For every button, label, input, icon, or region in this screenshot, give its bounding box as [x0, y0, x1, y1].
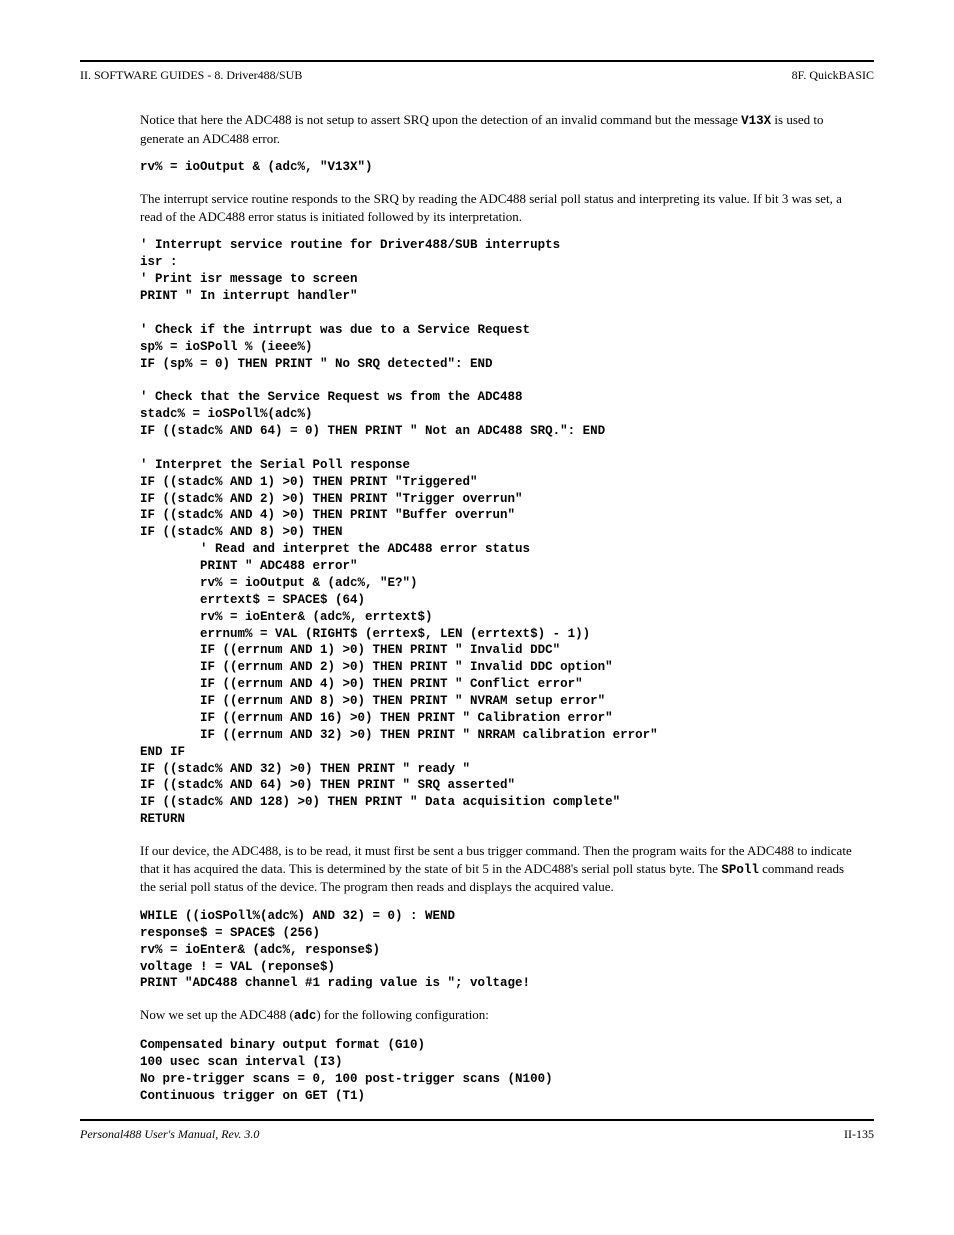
- code-block-isr: ' Interrupt service routine for Driver48…: [140, 237, 854, 828]
- code-block-1: rv% = ioOutput & (adc%, "V13X"): [140, 159, 854, 176]
- page-content: Notice that here the ADC488 is not setup…: [80, 111, 874, 1105]
- paragraph-4: Now we set up the ADC488 (adc) for the f…: [140, 1006, 854, 1025]
- footer-page-number: II-135: [844, 1127, 874, 1142]
- header-left: II. SOFTWARE GUIDES - 8. Driver488/SUB: [80, 68, 302, 83]
- paragraph-2: The interrupt service routine responds t…: [140, 190, 854, 225]
- footer-left: Personal488 User's Manual, Rev. 3.0: [80, 1127, 259, 1142]
- code-block-spoll: WHILE ((ioSPoll%(adc%) AND 32) = 0) : WE…: [140, 908, 854, 992]
- page-header: II. SOFTWARE GUIDES - 8. Driver488/SUB 8…: [80, 68, 874, 83]
- header-right: 8F. QuickBASIC: [792, 68, 874, 83]
- intro-paragraph: Notice that here the ADC488 is not setup…: [140, 111, 854, 147]
- code-block-config: Compensated binary output format (G10) 1…: [140, 1037, 854, 1105]
- paragraph-3: If our device, the ADC488, is to be read…: [140, 842, 854, 896]
- page-footer: Personal488 User's Manual, Rev. 3.0 II-1…: [80, 1127, 874, 1142]
